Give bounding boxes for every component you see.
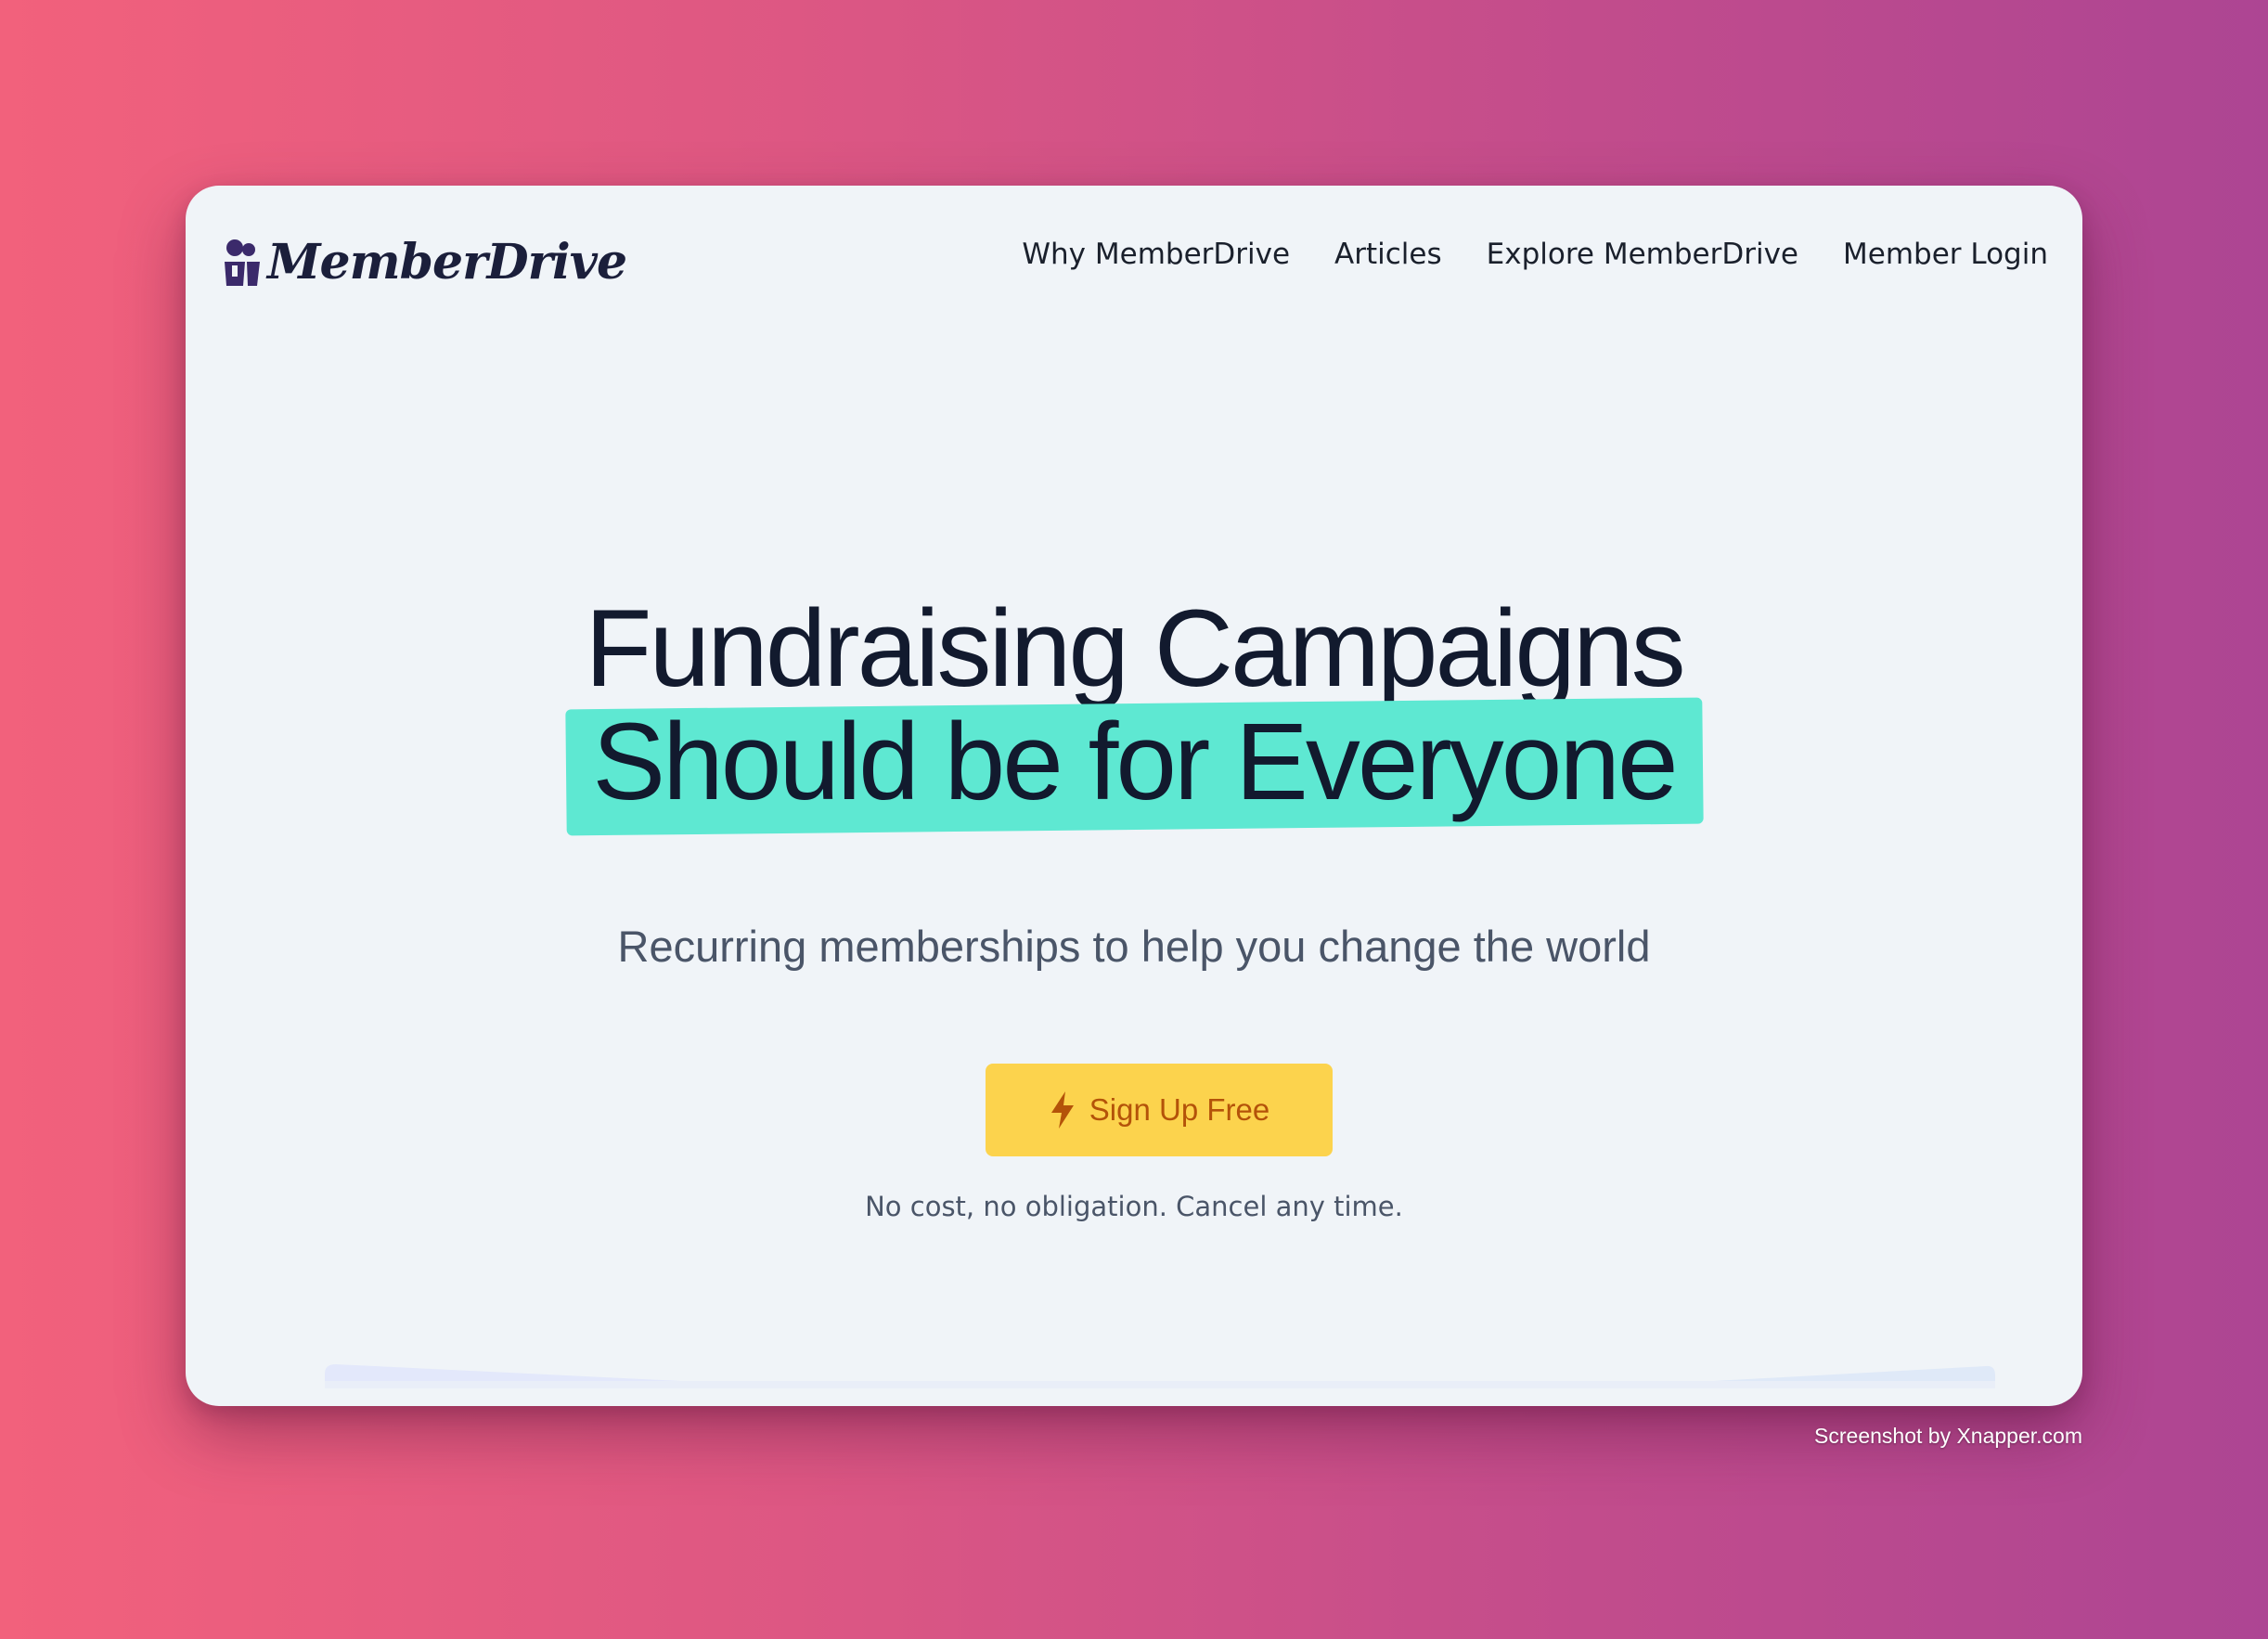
no-obligation-note: No cost, no obligation. Cancel any time. — [865, 1191, 1403, 1222]
nav-link-articles[interactable]: Articles — [1334, 232, 1442, 277]
sign-up-free-label: Sign Up Free — [1089, 1092, 1270, 1127]
nav-link-why-memberdrive[interactable]: Why MemberDrive — [1022, 232, 1290, 277]
members-icon — [225, 239, 260, 286]
nav-link-member-login[interactable]: Member Login — [1843, 232, 2048, 277]
preview-image-edge — [325, 1364, 1995, 1388]
headline-highlight: Should be for Everyone — [564, 697, 1705, 836]
brand-name: MemberDrive — [267, 234, 627, 290]
hero-headline: Fundraising Campaigns Should be for Ever… — [186, 587, 2082, 836]
nav-link-explore-memberdrive[interactable]: Explore MemberDrive — [1487, 232, 1798, 277]
lightning-bolt-icon — [1050, 1091, 1074, 1129]
sign-up-free-button[interactable]: Sign Up Free — [986, 1064, 1333, 1156]
brand-logo[interactable]: MemberDrive — [223, 230, 627, 295]
browser-window: MemberDrive Why MemberDrive Articles Exp… — [186, 186, 2082, 1406]
headline-line-2: Should be for Everyone — [592, 701, 1678, 823]
screenshot-credit: Screenshot by Xnapper.com — [1814, 1424, 2082, 1448]
top-nav: Why MemberDrive Articles Explore MemberD… — [1022, 232, 2048, 277]
headline-line-1: Fundraising Campaigns — [585, 587, 1685, 710]
hero-subtitle: Recurring memberships to help you change… — [617, 922, 1651, 971]
